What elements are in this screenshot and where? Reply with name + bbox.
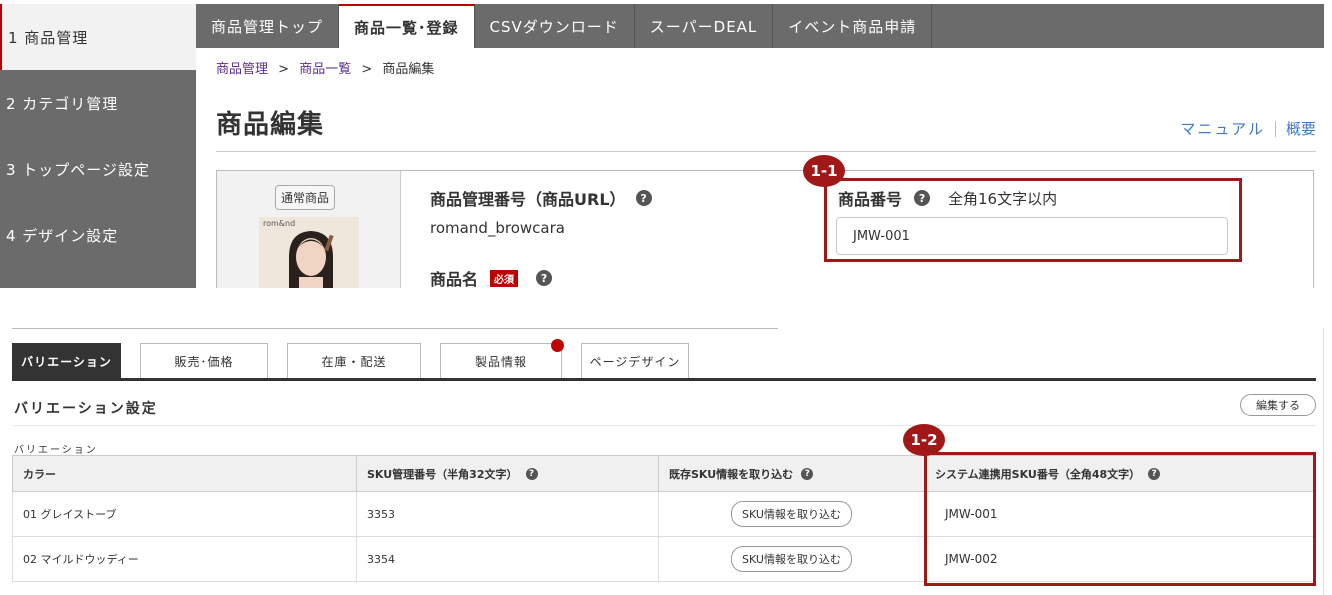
variation-panel: バリエーション 販売･価格 在庫・配送 製品情報 ページデザイン バリエーション… <box>0 300 1332 595</box>
product-type-badge: 通常商品 <box>275 185 336 210</box>
header-sku-mgmt-number: SKU管理番号（半角32文字）? <box>356 455 659 492</box>
help-icon[interactable]: ? <box>914 190 931 206</box>
breadcrumb-separator: > <box>361 62 373 77</box>
brand-logo-text: rom&nd <box>263 219 296 228</box>
divider <box>1274 120 1276 137</box>
divider <box>216 151 1316 152</box>
tab-product-management-top[interactable]: 商品管理トップ <box>196 4 340 48</box>
tab-underline <box>12 378 1316 381</box>
subtab-variation[interactable]: バリエーション <box>12 343 121 379</box>
import-sku-button[interactable]: SKU情報を取り込む <box>731 546 852 572</box>
divider <box>1323 328 1324 595</box>
breadcrumb-link-product-list[interactable]: 商品一覧 <box>299 62 351 77</box>
header-import-sku: 既存SKU情報を取り込む? <box>658 455 925 492</box>
subtab-page-design[interactable]: ページデザイン <box>581 343 689 379</box>
manual-link[interactable]: マニュアル <box>1180 118 1265 139</box>
breadcrumb-current: 商品編集 <box>382 62 435 77</box>
tab-super-deal[interactable]: スーパーDEAL <box>635 4 774 48</box>
required-badge: 必須 <box>490 269 519 287</box>
sidebar: 1 商品管理 2 カテゴリ管理 3 トップページ設定 4 デザイン設定 <box>0 4 196 288</box>
thumbnail-column: 通常商品 rom&nd <box>217 171 401 288</box>
cell-color: 02 マイルドウッディー <box>12 536 357 582</box>
header-color-text: カラー <box>23 467 56 481</box>
breadcrumb-separator: > <box>278 62 290 77</box>
product-image[interactable]: rom&nd <box>259 217 359 288</box>
sidebar-item-top-page-settings[interactable]: 3 トップページ設定 <box>0 136 196 202</box>
cell-sku: 3354 <box>356 536 659 582</box>
help-icon[interactable]: ? <box>536 270 553 286</box>
tab-product-list-register[interactable]: 商品一覧･登録 <box>339 4 475 48</box>
product-mgmt-number-label: 商品管理番号（商品URL） ? <box>430 186 652 210</box>
sidebar-item-design-settings[interactable]: 4 デザイン設定 <box>0 202 196 268</box>
page-title: 商品編集 <box>216 110 325 140</box>
tab-event-product-application[interactable]: イベント商品申請 <box>773 4 933 48</box>
cell-sku: 3353 <box>356 491 659 537</box>
help-icon[interactable]: ? <box>801 467 814 480</box>
breadcrumb-link-product-management[interactable]: 商品管理 <box>216 62 268 77</box>
subtab-stock-shipping[interactable]: 在庫・配送 <box>287 343 421 379</box>
annotation-box-system-sku <box>924 452 1316 586</box>
help-icon[interactable]: ? <box>635 190 652 206</box>
cell-color: 01 グレイストーブ <box>12 491 357 537</box>
section-title: バリエーション設定 <box>14 401 158 417</box>
product-edit-panel: 1 商品管理 2 カテゴリ管理 3 トップページ設定 4 デザイン設定 商品管理… <box>0 0 1332 288</box>
divider <box>14 425 1316 426</box>
product-name-label-text: 商品名 <box>430 270 479 288</box>
header-import-sku-text: 既存SKU情報を取り込む <box>669 467 794 481</box>
header-color: カラー <box>12 455 357 492</box>
mgmt-number-label-text: 商品管理番号（商品URL） <box>430 190 626 209</box>
subtab-sales-price[interactable]: 販売･価格 <box>140 343 268 379</box>
top-nav: 商品管理トップ 商品一覧･登録 CSVダウンロード スーパーDEAL イベント商… <box>196 4 1324 48</box>
overview-link[interactable]: 概要 <box>1286 118 1316 139</box>
variation-label: バリエーション <box>14 445 98 456</box>
product-number-label-text: 商品番号 <box>838 190 903 209</box>
cell-import: SKU情報を取り込む <box>658 536 925 582</box>
header-sku-mgmt-text: SKU管理番号（半角32文字） <box>367 467 518 481</box>
divider <box>12 328 778 329</box>
help-links: マニュアル 概要 <box>1180 118 1316 139</box>
cell-import: SKU情報を取り込む <box>658 491 925 537</box>
tab-csv-download[interactable]: CSVダウンロード <box>475 4 635 48</box>
annotation-badge-1-1: 1-1 <box>803 155 845 187</box>
notification-dot <box>551 339 564 352</box>
annotation-badge-1-2: 1-2 <box>903 424 945 456</box>
product-name-label: 商品名 必須 ? <box>430 266 553 288</box>
product-mgmt-number-value: romand_browcara <box>430 219 565 237</box>
edit-button[interactable]: 編集する <box>1240 394 1316 416</box>
sidebar-item-category-management[interactable]: 2 カテゴリ管理 <box>0 70 196 136</box>
product-number-hint: 全角16文字以内 <box>948 189 1058 208</box>
subtab-product-info[interactable]: 製品情報 <box>440 343 562 379</box>
help-icon[interactable]: ? <box>525 467 538 480</box>
import-sku-button[interactable]: SKU情報を取り込む <box>731 501 852 527</box>
product-number-label: 商品番号 ? 全角16文字以内 <box>838 186 1057 210</box>
product-number-input[interactable]: JMW-001 <box>836 217 1228 255</box>
breadcrumb: 商品管理 > 商品一覧 > 商品編集 <box>216 58 434 77</box>
sidebar-item-product-management[interactable]: 1 商品管理 <box>0 4 196 70</box>
